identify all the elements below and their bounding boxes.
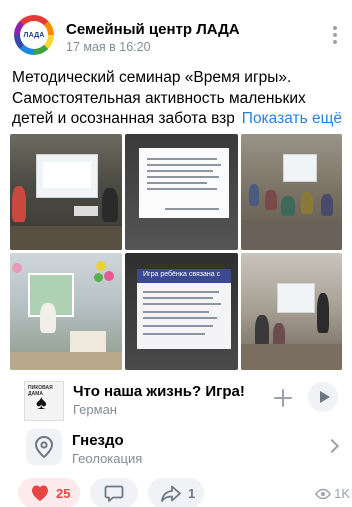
photo-3[interactable] [241,134,342,250]
views-count: 1K [334,486,350,501]
share-icon [161,485,181,502]
geo-title: Гнездо [72,432,124,449]
location-pin-icon [26,429,62,465]
post-text-line: Методический семинар «Время игры». [12,69,292,86]
comment-button[interactable] [90,478,138,507]
like-button[interactable]: 25 [18,478,80,507]
community-avatar[interactable]: ЛАДА [14,15,54,55]
slide-title: Игра ребёнка связана с [143,271,221,278]
show-more-link[interactable]: Показать ещё [233,109,342,130]
heart-icon [32,485,48,501]
photo-4[interactable] [10,253,122,370]
spade-icon: ♠ [36,392,47,414]
post-text-line-truncated: детей и осознанная забота взр Показать е… [12,109,342,130]
album-cover: ПИКОВАЯ ДАМА ♠ [24,381,64,421]
post-text-line: детей и осознанная забота взр [12,110,235,127]
like-count: 25 [56,485,71,501]
more-options-icon[interactable] [330,26,340,46]
geo-subtitle: Геолокация [72,451,143,466]
share-button[interactable]: 1 [148,478,204,507]
post-text: Методический семинар «Время игры». Самос… [12,68,342,130]
chevron-right-icon [324,438,340,454]
photo-5[interactable]: Игра ребёнка связана с [125,253,238,370]
views-counter: 1K [315,486,350,501]
photo-1[interactable] [10,134,122,250]
geo-attachment[interactable]: Гнездо Геолокация [14,428,344,470]
post-text-line: Самостоятельная активность маленьких [12,89,306,107]
eye-icon [315,488,331,499]
post-date[interactable]: 17 мая в 16:20 [66,40,151,54]
audio-attachment[interactable]: ПИКОВАЯ ДАМА ♠ Что наша жизнь? Игра! Гер… [14,378,344,422]
avatar-logo-text: ЛАДА [20,21,48,49]
play-button[interactable] [308,382,338,412]
post-actions: 25 1 1K [14,478,350,507]
photo-6[interactable] [241,253,342,370]
comment-icon [104,485,124,502]
photo-grid: Игра ребёнка связана с [10,134,342,370]
track-artist[interactable]: Герман [73,402,117,417]
post-header: ЛАДА Семейный центр ЛАДА 17 мая в 16:20 [14,12,344,58]
track-title: Что наша жизнь? Игра! [73,383,245,400]
add-track-icon[interactable] [272,387,294,409]
photo-2[interactable] [125,134,238,250]
share-count: 1 [188,485,196,501]
author-name[interactable]: Семейный центр ЛАДА [66,21,240,38]
